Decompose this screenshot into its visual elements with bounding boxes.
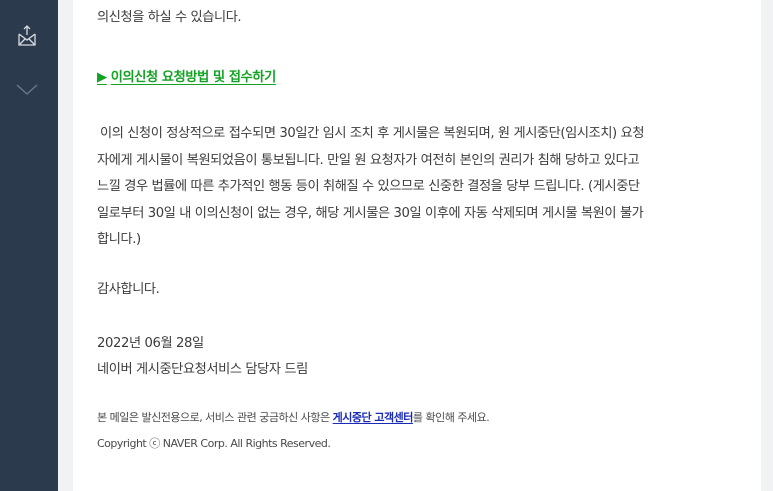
restore-notice-paragraph: 이의 신청이 정상적으로 접수되면 30일간 임시 조치 후 게시물은 복원되며… xyxy=(97,121,737,254)
thanks-text: 감사합니다. xyxy=(97,282,160,297)
footer-notice-suffix: 를 확인해 주세요. xyxy=(412,411,490,424)
paragraph-line: 일로부터 30일 내 이의신청이 없는 경우, 해당 게시물은 30일 이후에 … xyxy=(97,205,644,221)
support-center-link[interactable]: 게시중단 고객센터 xyxy=(333,411,414,424)
paragraph-line: 합니다.) xyxy=(97,232,141,247)
paragraph-line: 느낄 경우 법률에 따른 추가적인 행동 등이 취해질 수 있으므로 신중한 결… xyxy=(97,179,640,194)
envelope-export-icon[interactable] xyxy=(15,24,39,48)
play-arrow-icon: ▶ xyxy=(97,70,107,85)
mail-body: 의신청을 하실 수 있습니다. ▶ 이의신청 요청방법 및 접수하기 이의 신청이… xyxy=(73,0,761,491)
footer-notice: 본 메일은 발신전용으로, 서비스 관련 궁금하신 사항은 게시중단 고객센터를… xyxy=(97,409,490,425)
date-text: 2022년 06월 28일 xyxy=(97,336,204,351)
paragraph-line: 자에게 게시물이 복원되었음이 통보됩니다. 만일 원 요청자가 여전히 본인의… xyxy=(97,152,640,168)
footer-notice-prefix: 본 메일은 발신전용으로, 서비스 관련 궁금하신 사항은 xyxy=(97,411,333,424)
objection-request-link-label: 이의신청 요청방법 및 접수하기 xyxy=(110,70,277,85)
sidebar xyxy=(0,0,58,491)
paragraph-line: 이의 신청이 정상적으로 접수되면 30일간 임시 조치 후 게시물은 복원되며… xyxy=(100,126,645,141)
objection-request-link[interactable]: ▶ 이의신청 요청방법 및 접수하기 xyxy=(97,66,276,85)
copyright-text: Copyright ⓒ NAVER Corp. All Rights Reser… xyxy=(97,437,331,450)
intro-text: 의신청을 하실 수 있습니다. xyxy=(97,10,242,25)
chevron-down-icon[interactable] xyxy=(14,78,40,100)
signature-text: 네이버 게시중단요청서비스 담당자 드림 xyxy=(97,362,308,377)
